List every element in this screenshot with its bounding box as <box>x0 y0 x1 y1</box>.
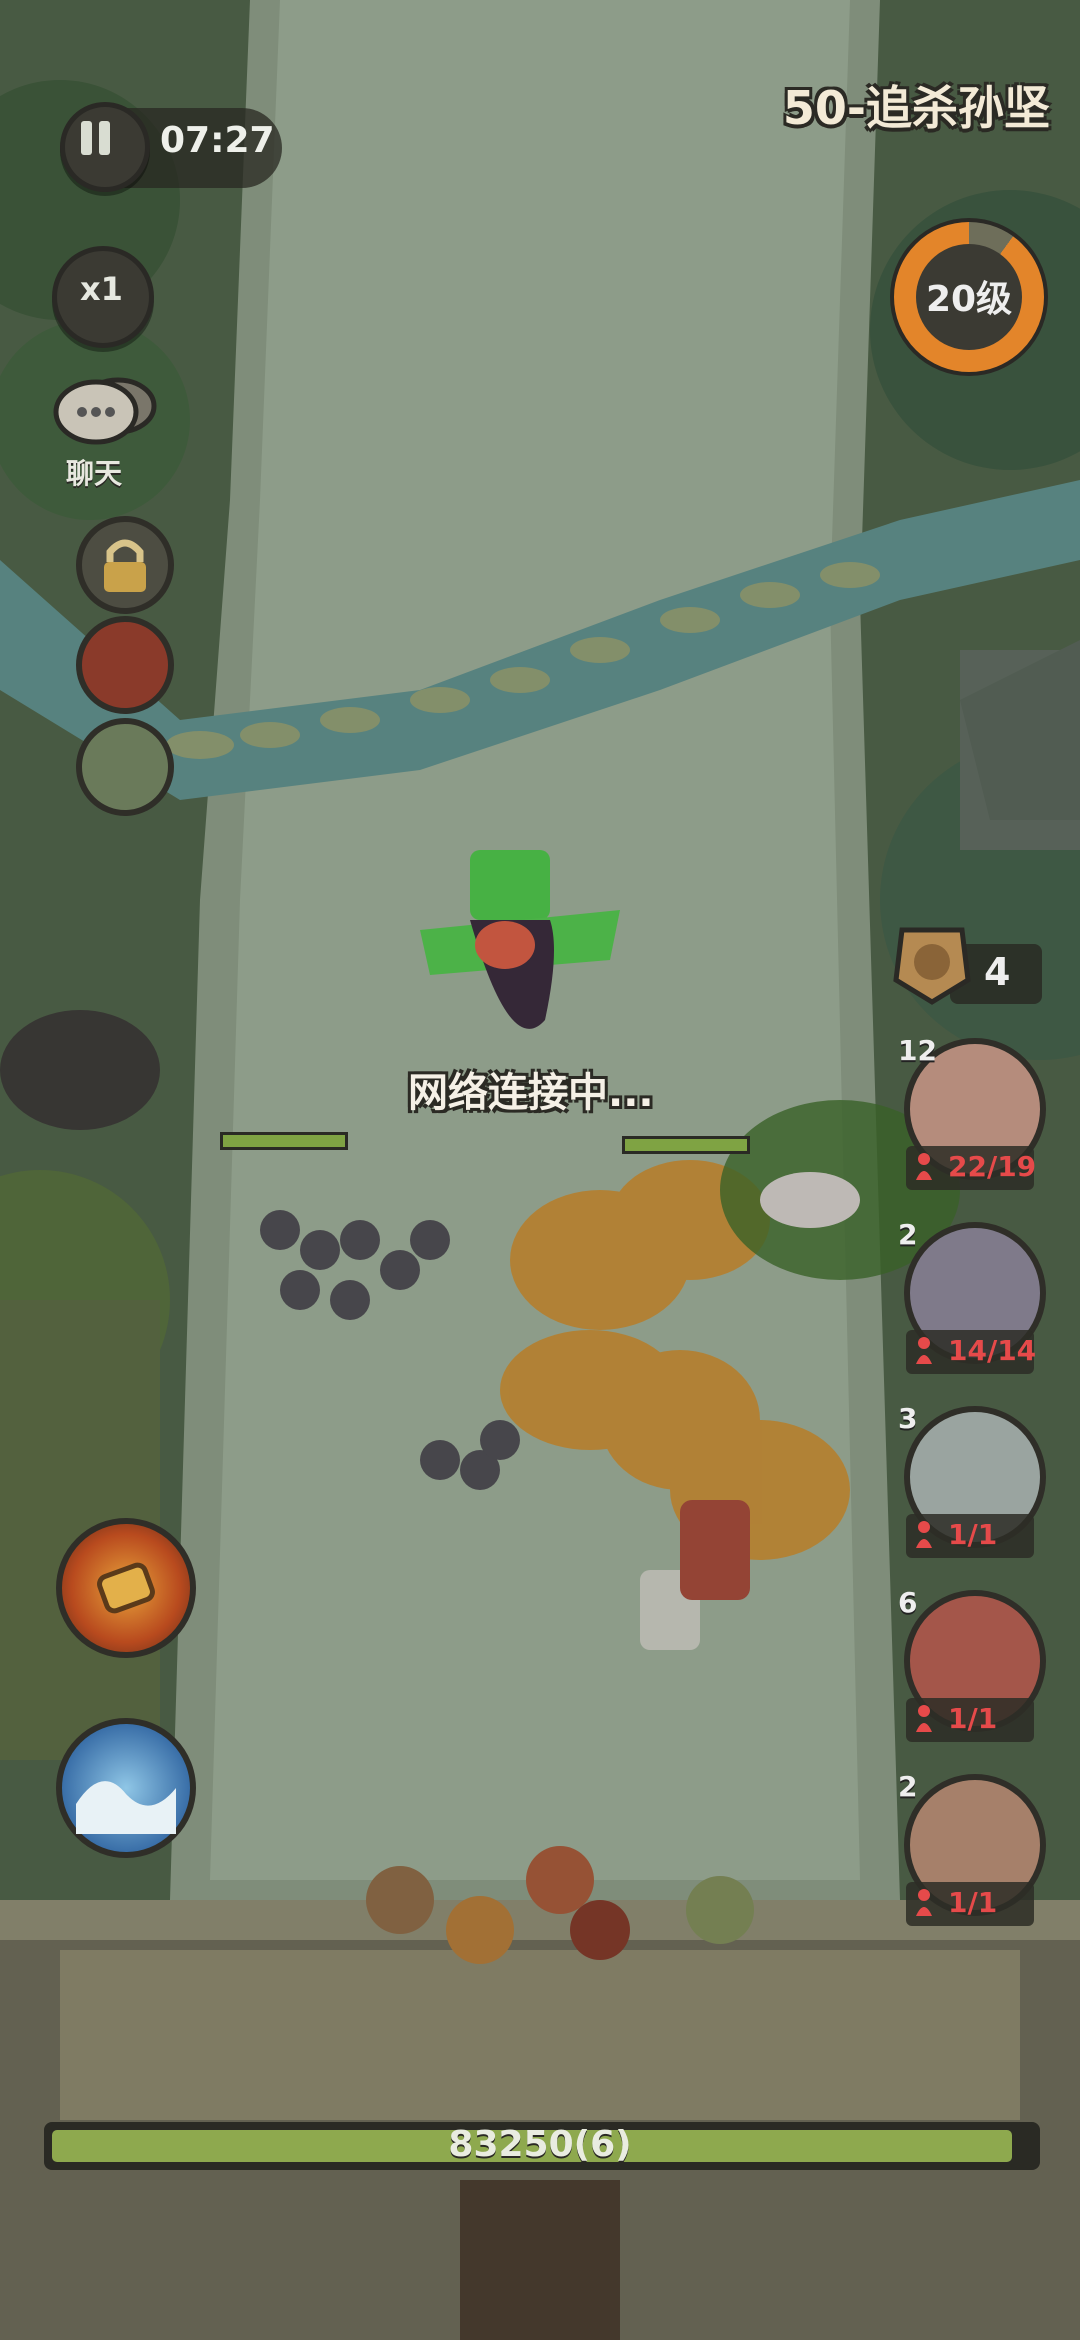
stage-title: 50-追杀孙坚 <box>782 81 1050 135</box>
person-icon <box>916 1705 932 1732</box>
game-timer: 07:27 <box>160 120 275 161</box>
enemy-health-bar <box>220 1132 348 1150</box>
fire-barrel-skill-icon <box>97 1562 155 1614</box>
hero-slot-zhang-fei[interactable] <box>76 616 174 714</box>
level-progress-ring[interactable]: 20级 <box>890 218 1048 376</box>
unit-level: 2 <box>898 1770 918 1803</box>
hero-slot-general[interactable] <box>76 718 174 816</box>
base-health-text: 83250(6) <box>448 2124 632 2165</box>
person-icon <box>916 1153 932 1180</box>
pause-icon <box>79 117 113 157</box>
unit-level: 2 <box>898 1218 918 1251</box>
enemy-health-bar <box>622 1136 750 1154</box>
person-icon <box>916 1521 932 1548</box>
unit-count: 1/1 <box>948 1518 998 1551</box>
speed-label: x1 <box>80 270 123 308</box>
person-icon <box>916 1337 932 1364</box>
network-status-text: 网络连接中... <box>408 1070 654 1116</box>
chat-label: 聊天 <box>66 457 123 490</box>
fire-barrel-skill-button[interactable] <box>56 1518 196 1658</box>
token-count: 4 <box>984 950 1011 994</box>
unit-level: 3 <box>898 1402 918 1435</box>
person-icon <box>916 1889 932 1916</box>
unit-level: 6 <box>898 1586 918 1619</box>
lock-icon <box>104 539 146 592</box>
unit-count: 14/14 <box>948 1334 1037 1367</box>
level-label: 20级 <box>925 279 1013 320</box>
unit-level: 12 <box>898 1034 937 1067</box>
chat-bubble-icon <box>53 377 157 445</box>
pause-button[interactable] <box>60 102 150 192</box>
command-token-icon[interactable] <box>892 920 972 1006</box>
unit-count: 1/1 <box>948 1702 998 1735</box>
wave-skill-button[interactable] <box>56 1718 196 1858</box>
unit-count: 22/19 <box>948 1150 1037 1183</box>
unit-count: 1/1 <box>948 1886 998 1919</box>
wave-skill-icon <box>76 1781 176 1834</box>
hero-slot-locked[interactable] <box>76 516 174 614</box>
